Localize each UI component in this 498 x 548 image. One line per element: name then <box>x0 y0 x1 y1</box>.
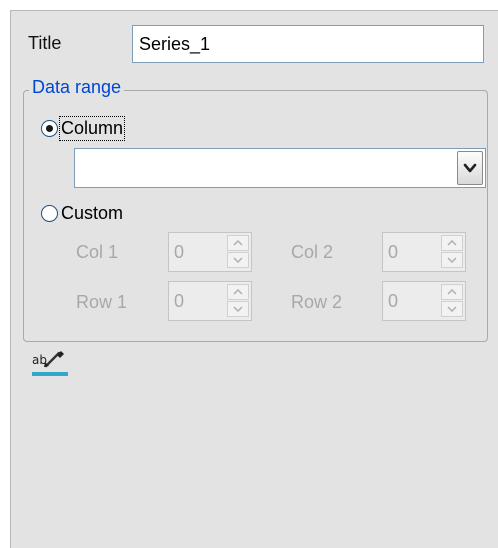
col1-spinner[interactable]: 0 <box>168 232 252 272</box>
row2-spin-down-button[interactable] <box>441 301 463 317</box>
col2-value: 0 <box>388 242 399 262</box>
spin-up-icon <box>447 240 457 246</box>
col1-spin-up-button[interactable] <box>227 235 249 251</box>
spin-down-icon <box>233 257 243 263</box>
col1-value: 0 <box>174 242 185 262</box>
spin-down-icon <box>233 306 243 312</box>
spin-up-icon <box>233 240 243 246</box>
col2-spin-buttons <box>441 235 463 269</box>
label-style-button[interactable]: ab <box>32 350 72 380</box>
column-combo[interactable] <box>74 148 486 188</box>
series-properties-panel: Title Data range Column Custom Col 1 0 <box>10 10 498 548</box>
col2-spin-down-button[interactable] <box>441 252 463 268</box>
row1-spin-buttons <box>227 284 249 318</box>
col1-label: Col 1 <box>76 242 119 262</box>
col2-spin-up-button[interactable] <box>441 235 463 251</box>
column-combo-dropdown-button[interactable] <box>457 151 483 185</box>
col2-label: Col 2 <box>291 242 334 262</box>
col1-spin-buttons <box>227 235 249 269</box>
spin-up-icon <box>447 289 457 295</box>
column-radio-label: Column <box>58 116 126 141</box>
custom-radio-indicator[interactable] <box>41 205 58 222</box>
radio-selected-dot <box>46 125 53 132</box>
row1-spin-up-button[interactable] <box>227 284 249 300</box>
custom-radio-label: Custom <box>61 203 124 223</box>
row2-spin-up-button[interactable] <box>441 284 463 300</box>
column-radio-indicator[interactable] <box>41 120 58 137</box>
custom-radio[interactable]: Custom <box>41 203 123 224</box>
spin-down-icon <box>447 306 457 312</box>
data-range-legend: Data range <box>29 77 125 98</box>
spin-down-icon <box>447 257 457 263</box>
col1-spin-down-button[interactable] <box>227 252 249 268</box>
row2-spin-buttons <box>441 284 463 318</box>
row1-label: Row 1 <box>76 292 128 312</box>
col2-spinner[interactable]: 0 <box>382 232 466 272</box>
row1-value: 0 <box>174 291 185 311</box>
row2-spinner[interactable]: 0 <box>382 281 466 321</box>
column-radio[interactable]: Column <box>41 116 126 141</box>
chevron-down-icon <box>463 163 477 173</box>
title-input[interactable] <box>132 25 484 63</box>
title-label: Title <box>28 33 62 53</box>
row1-spinner[interactable]: 0 <box>168 281 252 321</box>
spin-up-icon <box>233 289 243 295</box>
row1-spin-down-button[interactable] <box>227 301 249 317</box>
label-edit-icon: ab <box>32 351 68 376</box>
row2-label: Row 2 <box>291 292 343 312</box>
row2-value: 0 <box>388 291 399 311</box>
